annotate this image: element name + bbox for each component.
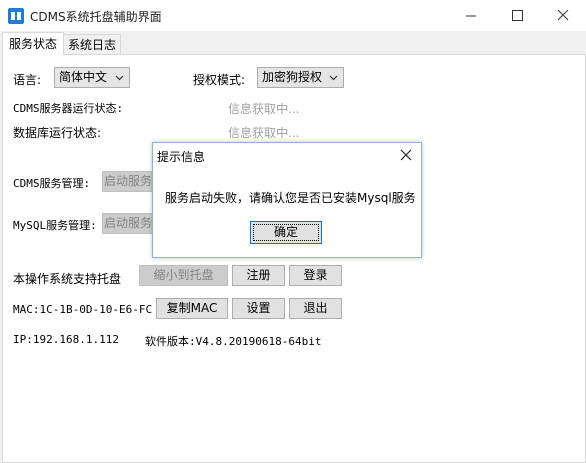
title-bar: CDMS系统托盘辅助界面 xyxy=(0,0,586,31)
minimize-icon xyxy=(465,15,476,17)
app-icon xyxy=(8,8,24,24)
ok-button[interactable]: 确定 xyxy=(250,221,322,244)
auth-mode-select[interactable]: 加密狗授权 xyxy=(257,67,344,88)
cdms-start-button[interactable]: 启动服务 xyxy=(102,171,154,192)
message-dialog: 提示信息 服务启动失败，请确认您是否已安装Mysql服务 确定 xyxy=(152,142,422,258)
close-button[interactable] xyxy=(540,0,586,31)
ip-address: IP:192.168.1.112 xyxy=(13,333,119,346)
db-run-status: 信息获取中... xyxy=(228,126,300,140)
chevron-down-icon xyxy=(115,75,124,81)
cdms-run-status: 信息获取中... xyxy=(228,102,300,116)
copy-mac-button[interactable]: 复制MAC xyxy=(156,298,228,319)
cdms-mgmt-label: CDMS服务管理: xyxy=(13,177,91,190)
db-run-label: 数据库运行状态: xyxy=(13,126,102,140)
dialog-message: 服务启动失败，请确认您是否已安装Mysql服务 xyxy=(165,191,416,205)
tab-service-status[interactable]: 服务状态 xyxy=(2,32,64,55)
maximize-button[interactable] xyxy=(494,0,540,31)
mac-address: MAC:1C-1B-0D-10-E6-FC xyxy=(13,303,153,316)
tray-support-label: 本操作系统支持托盘 xyxy=(13,272,122,286)
settings-button[interactable]: 设置 xyxy=(232,298,285,319)
auth-mode-value: 加密狗授权 xyxy=(262,70,323,84)
minimize-button[interactable] xyxy=(448,0,494,31)
maximize-icon xyxy=(511,10,523,21)
close-icon xyxy=(557,10,568,21)
window-title: CDMS系统托盘辅助界面 xyxy=(30,10,162,24)
tab-system-log[interactable]: 系统日志 xyxy=(63,34,121,55)
cdms-run-label: CDMS服务器运行状态: xyxy=(13,102,124,115)
dialog-title: 提示信息 xyxy=(157,150,206,164)
mysql-start-button[interactable]: 启动服务 xyxy=(102,213,154,234)
exit-button[interactable]: 退出 xyxy=(289,298,342,319)
tab-bar: 服务状态 系统日志 xyxy=(0,32,586,55)
language-value: 简体中文 xyxy=(59,70,108,84)
close-icon[interactable] xyxy=(399,148,413,162)
auth-mode-label: 授权模式: xyxy=(193,73,246,87)
language-select[interactable]: 简体中文 xyxy=(54,67,130,88)
mysql-mgmt-label: MySQL服务管理: xyxy=(13,219,97,232)
software-version: 软件版本:V4.8.20190618-64bit xyxy=(145,335,322,348)
chevron-down-icon xyxy=(329,75,338,81)
language-label: 语言: xyxy=(13,73,42,87)
